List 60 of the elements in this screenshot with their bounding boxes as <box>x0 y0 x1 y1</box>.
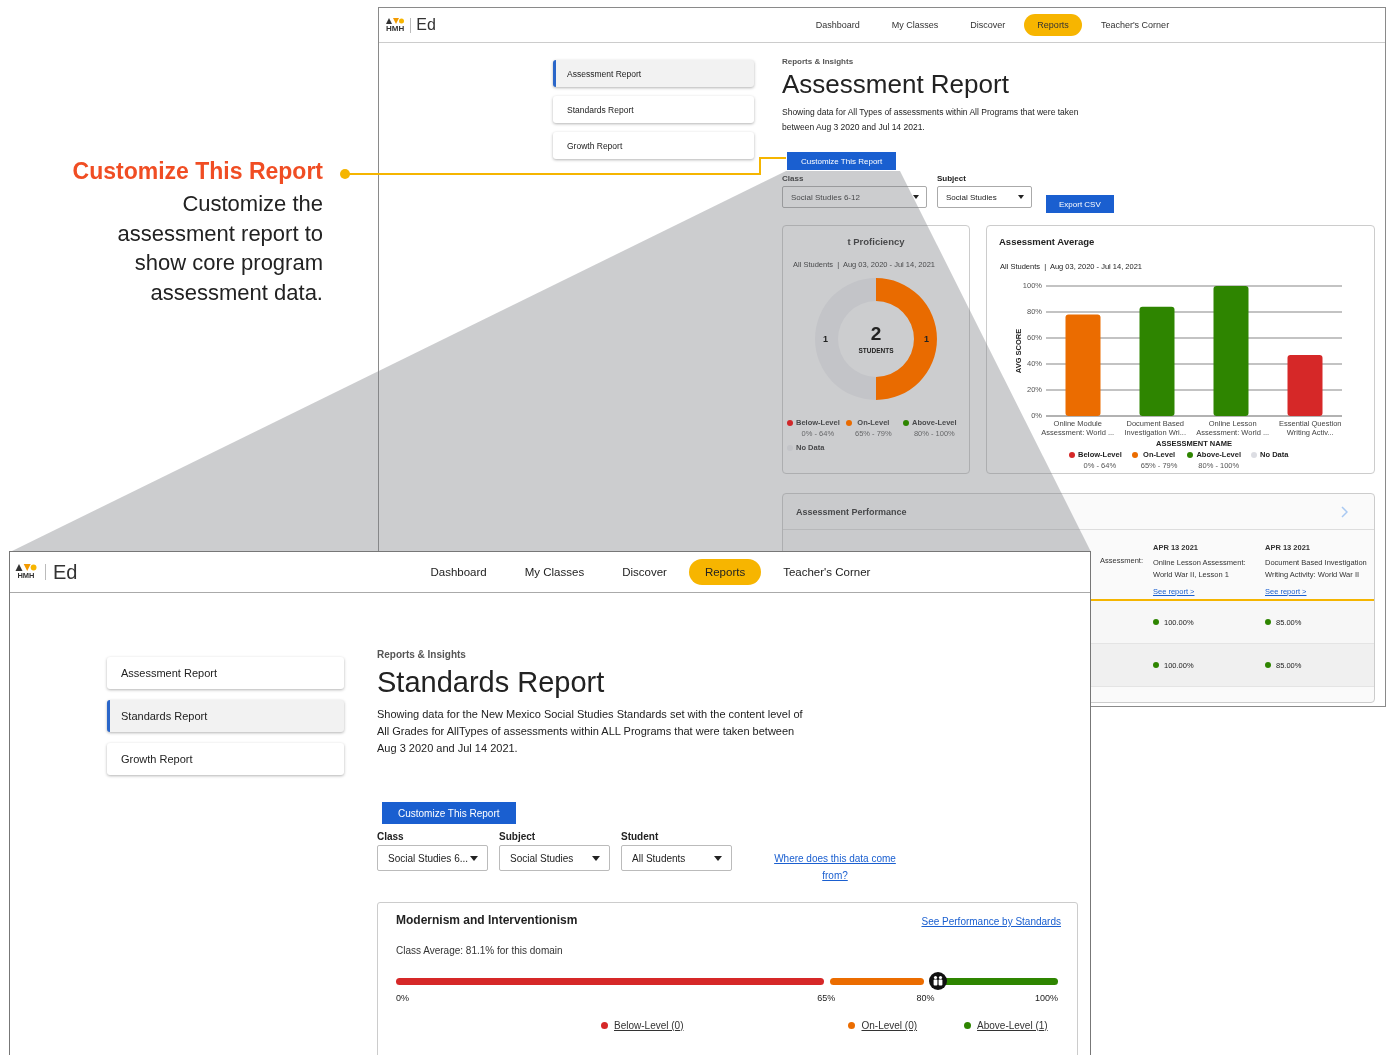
report-nav-item[interactable]: Standards Report <box>553 96 754 123</box>
filter-label: Student <box>621 831 660 842</box>
report-nav-item[interactable]: Growth Report <box>107 743 344 775</box>
report-nav-item[interactable]: Assessment Report <box>553 60 754 87</box>
legend-link[interactable]: Below-Level (0) <box>614 1020 684 1031</box>
nav-tab[interactable]: Discover <box>606 559 683 585</box>
breadcrumb: Reports & Insights <box>377 649 466 660</box>
nav-tab[interactable]: Teacher's Corner <box>767 559 887 585</box>
callout-description: Customize the assessment report to show core program assessment data. <box>116 190 323 307</box>
product-name: Ed <box>416 16 436 34</box>
slice-label: 1 <box>924 334 929 344</box>
scale-tick-label: 65% <box>817 993 836 1003</box>
slice-label: 1 <box>823 334 828 344</box>
filter-dropdown[interactable]: Social Studies <box>937 186 1032 208</box>
page-title: Assessment Report <box>782 69 1009 99</box>
logo-shapes-icon <box>386 17 405 24</box>
nav-tab[interactable]: Dashboard <box>414 559 503 585</box>
legend-link[interactable]: Above-Level (1) <box>977 1020 1048 1031</box>
scale-tick-label: 80% <box>916 993 935 1003</box>
page-description: Showing data for the New Mexico Social Studies Standards set with the content level of All Grades for AllTypes of assessments within ALL Programs that were taken between Aug 3 2020 and Jul 14 2021. <box>377 707 804 756</box>
page-description: Showing data for All Types of assessments within All Programs that were taken between Aug 3 2020 and Jul 14 2021. <box>782 106 1080 134</box>
scale-tick-label: 100% <box>1034 993 1058 1003</box>
filter-label: Class <box>377 831 405 842</box>
legend-link[interactable]: On-Level (0) <box>861 1020 918 1031</box>
customize-report-button[interactable]: Customize This Report <box>382 802 516 824</box>
filter-label: Class <box>782 174 805 183</box>
export-csv-button[interactable]: Export CSV <box>1046 195 1114 213</box>
card-title: Assessment Average <box>999 236 1096 247</box>
chevron-right-icon[interactable] <box>1341 505 1348 518</box>
nav-tab[interactable]: My Classes <box>508 559 601 585</box>
logo-shapes-icon <box>15 564 37 571</box>
nav-tab[interactable]: Reports <box>1024 14 1082 36</box>
product-name: Ed <box>53 560 78 584</box>
data-source-link[interactable]: Where does this data come from? <box>765 850 905 884</box>
report-nav-item[interactable]: Assessment Report <box>107 657 344 689</box>
student-count: 2 <box>870 324 882 344</box>
scale-tick-label: 0% <box>396 993 409 1003</box>
nav-tab[interactable]: Teacher's Corner <box>1087 14 1183 36</box>
filter-dropdown[interactable]: Social Studies 6-12 <box>782 186 927 208</box>
nav-tab[interactable]: Discover <box>957 14 1019 36</box>
card-title: t Proficiency <box>847 236 905 247</box>
nav-tab[interactable]: Reports <box>688 559 762 585</box>
domain-title: Modernism and Interventionism <box>396 913 578 927</box>
performance-by-standards-link[interactable]: See Performance by Standards <box>921 916 1061 927</box>
callout-title: Customize This Report <box>71 158 323 185</box>
filter-label: Subject <box>499 831 537 842</box>
report-nav-item[interactable]: Standards Report <box>107 700 344 732</box>
nav-tab[interactable]: My Classes <box>878 14 952 36</box>
filter-dropdown[interactable]: Social Studies 6... <box>377 845 488 871</box>
class-average-text: Class Average: 81.1% for this domain <box>396 945 564 956</box>
nav-tab[interactable]: Dashboard <box>802 14 873 36</box>
breadcrumb: Reports & Insights <box>782 57 854 66</box>
brand-text: HMH <box>386 23 405 33</box>
filter-dropdown[interactable]: All Students <box>621 845 732 871</box>
filter-dropdown[interactable]: Social Studies <box>499 845 610 871</box>
filter-label: Subject <box>937 174 967 183</box>
card-title: Assessment Performance <box>796 506 907 517</box>
report-nav-item[interactable]: Growth Report <box>553 132 754 159</box>
customize-report-button[interactable]: Customize This Report <box>787 152 897 170</box>
page-title: Standards Report <box>377 665 605 699</box>
